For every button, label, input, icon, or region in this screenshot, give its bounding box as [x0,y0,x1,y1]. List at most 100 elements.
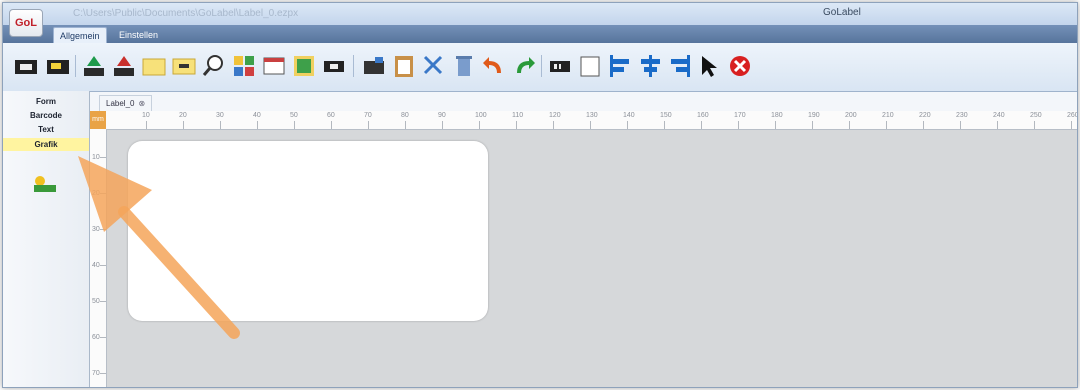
ruler-tick [923,121,924,129]
panel-item-text[interactable]: Text [3,123,89,136]
document-tab[interactable]: Label_0 ⊗ [99,95,153,112]
close-icon[interactable] [727,53,753,79]
ruler-h-label: 130 [586,112,598,119]
vertical-ruler: 10 20 30 40 50 60 70 [90,129,107,387]
blank-page-icon[interactable] [577,53,603,79]
barcode-icon[interactable] [547,53,573,79]
pointer-icon[interactable] [697,53,723,79]
undo-icon[interactable] [481,53,507,79]
ruler-h-label: 30 [216,112,224,119]
ruler-v-label: 10 [92,154,100,161]
ruler-tick [590,121,591,129]
ruler-tick [701,121,702,129]
ruler-tick [405,121,406,129]
ruler-tick [812,121,813,129]
ruler-v-label: 60 [92,334,100,341]
ruler-tick [100,337,106,338]
ruler-v-label: 70 [92,370,100,377]
toolbar-separator [75,55,76,77]
ruler-v-label: 30 [92,226,100,233]
ruler-h-label: 170 [734,112,746,119]
ruler-h-label: 60 [327,112,335,119]
toolbar-separator [541,55,542,77]
label-icon[interactable] [321,53,347,79]
panel-item-barcode[interactable]: Barcode [3,109,89,122]
toolbar [3,43,1077,92]
ruler-v-label: 20 [92,190,100,197]
align-center-icon[interactable] [637,53,663,79]
ruler-h-label: 190 [808,112,820,119]
ruler-h-label: 210 [882,112,894,119]
ruler-h-label: 90 [438,112,446,119]
clipboard-icon[interactable] [391,53,417,79]
ruler-tick [368,121,369,129]
ruler-tick [294,121,295,129]
ruler-h-label: 40 [253,112,261,119]
app-logo-button[interactable]: GoL [9,9,43,37]
ruler-h-label: 140 [623,112,635,119]
camera-icon[interactable] [361,53,387,79]
ruler-tick [100,265,106,266]
panel-item-grafik[interactable]: Grafik [3,138,89,151]
align-left-icon[interactable] [607,53,633,79]
redo-icon[interactable] [511,53,537,79]
download-icon[interactable] [111,53,137,79]
ruler-tick [775,121,776,129]
toolbar-separator [353,55,354,77]
ruler-h-label: 50 [290,112,298,119]
ruler-h-label: 180 [771,112,783,119]
label-area[interactable] [128,141,488,321]
settings-icon[interactable] [231,53,257,79]
ruler-tick [553,121,554,129]
barcode-tool-icon[interactable] [291,53,317,79]
app-window: C:\Users\Public\Documents\GoLabel\Label_… [2,2,1078,388]
design-canvas[interactable]: 10 20 30 40 50 60 70 80 90 100 110 120 130 140 150 160 1… [90,111,1077,387]
ruler-tick [442,121,443,129]
ruler-tick [257,121,258,129]
ruler-tick [664,121,665,129]
print-preview-icon[interactable] [45,53,71,79]
ruler-h-label: 230 [956,112,968,119]
ruler-h-label: 250 [1030,112,1042,119]
align-right-icon[interactable] [667,53,693,79]
ruler-h-label: 200 [845,112,857,119]
ruler-h-label: 260 [1067,112,1078,119]
horizontal-ruler: 10 20 30 40 50 60 70 80 90 100 110 120 130 140 150 160 1… [106,111,1077,130]
cut-icon[interactable] [421,53,447,79]
panel-item-form[interactable]: Form [3,95,89,108]
ruler-v-label: 50 [92,298,100,305]
ruler-tick [738,121,739,129]
ribbon-tabs: Allgemein Einstellen [3,25,1077,44]
app-title: GoLabel [823,7,861,18]
ruler-tick [220,121,221,129]
ruler-h-label: 110 [512,112,524,119]
image-tool-icon[interactable] [31,173,59,195]
tab-allgemein[interactable]: Allgemein [53,27,107,44]
ruler-tick [100,229,106,230]
printer-icon[interactable] [13,53,39,79]
ruler-h-label: 160 [697,112,709,119]
text-object-icon[interactable] [171,53,197,79]
ruler-tick [886,121,887,129]
ruler-tick [146,121,147,129]
ruler-tick [997,121,998,129]
ruler-tick [960,121,961,129]
upload-icon[interactable] [81,53,107,79]
ruler-tick [100,301,106,302]
tab-close-icon[interactable]: ⊗ [138,99,145,108]
tab-einstellen[interactable]: Einstellen [113,27,164,43]
open-folder-icon[interactable] [141,53,167,79]
ruler-tick [100,373,106,374]
document-path: C:\Users\Public\Documents\GoLabel\Label_… [73,8,299,19]
ruler-h-label: 70 [364,112,372,119]
window-icon[interactable] [261,53,287,79]
ruler-h-label: 80 [401,112,409,119]
ruler-h-label: 20 [179,112,187,119]
zoom-icon[interactable] [201,53,227,79]
ruler-tick [331,121,332,129]
object-panel: Form Barcode Text Grafik [3,91,90,387]
delete-icon[interactable] [451,53,477,79]
ruler-tick [516,121,517,129]
ruler-tick [479,121,480,129]
ruler-h-label: 220 [919,112,931,119]
